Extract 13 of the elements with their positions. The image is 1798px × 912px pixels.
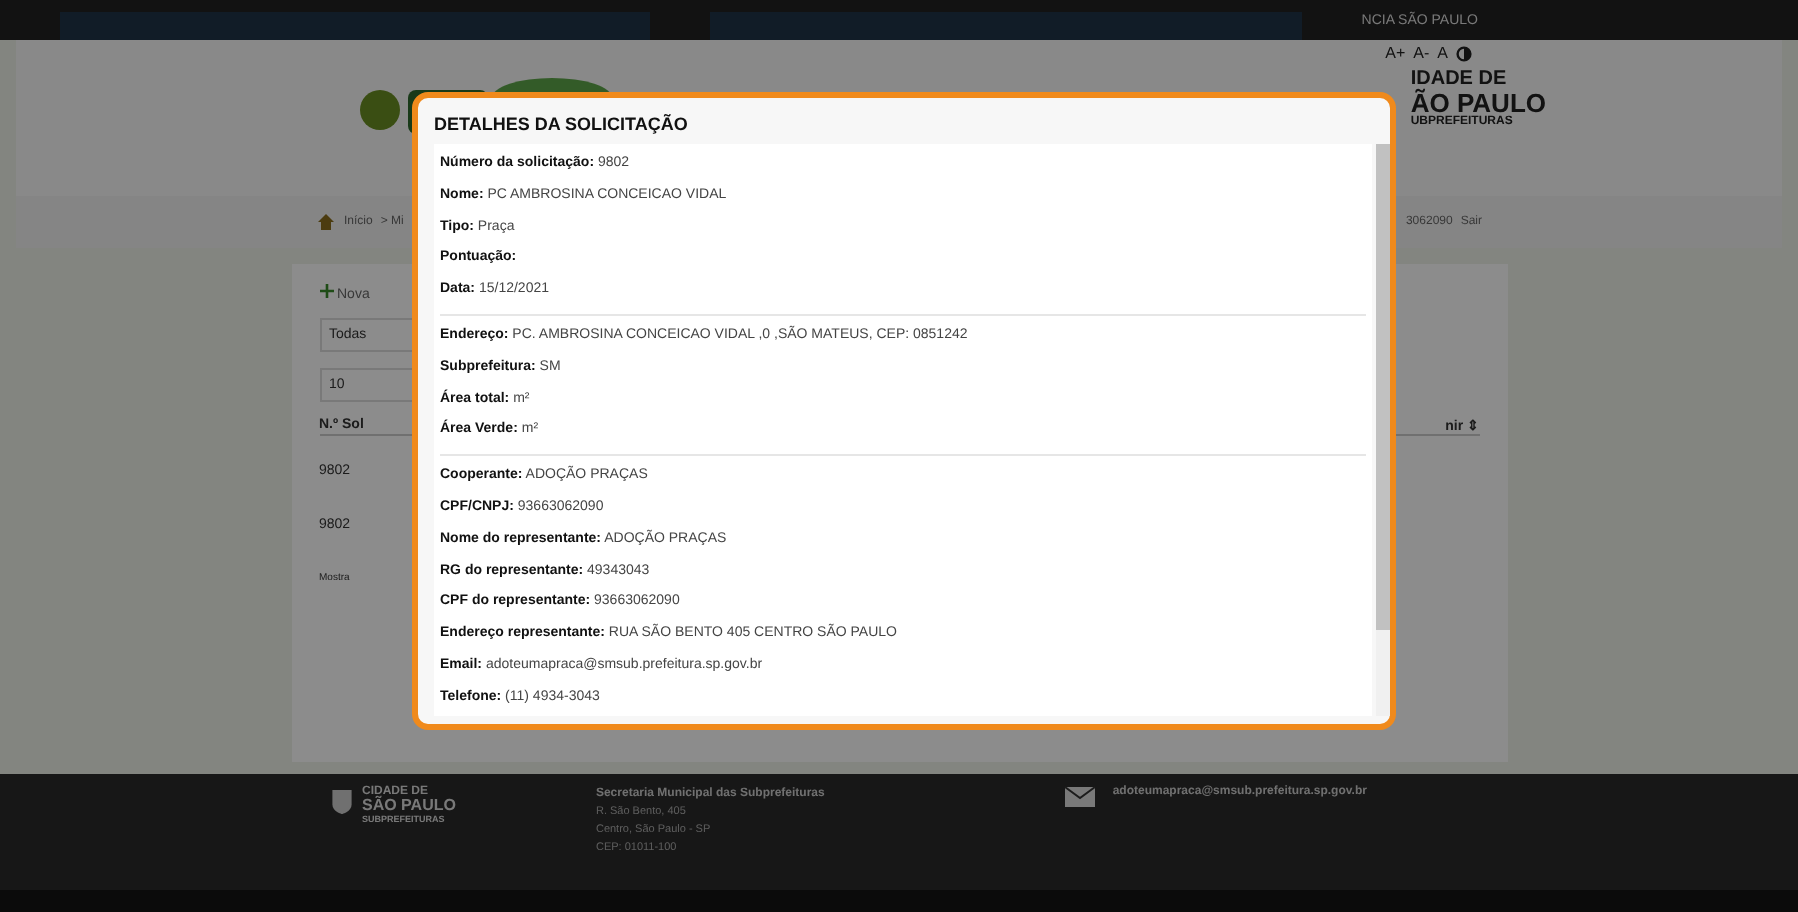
contrast-icon[interactable] [1456,45,1472,61]
city-logo-text: IDADE DE [1410,70,1507,90]
scrollbar[interactable] [1376,144,1390,716]
mail-icon [1064,786,1097,808]
font-size-button[interactable]: A+ [1385,44,1406,62]
dialog-title: DETALHES DA SOLICITAÇÃO [432,112,690,138]
font-size-button[interactable]: A- [1413,44,1430,62]
footer-logo-text: SÃO PAULO [362,798,456,815]
plus-icon [319,284,333,298]
home-icon[interactable] [316,212,336,232]
crest-icon [330,786,354,818]
font-size-button[interactable]: A [1437,44,1448,62]
city-logo-text: ÃO PAULO [1410,90,1546,116]
